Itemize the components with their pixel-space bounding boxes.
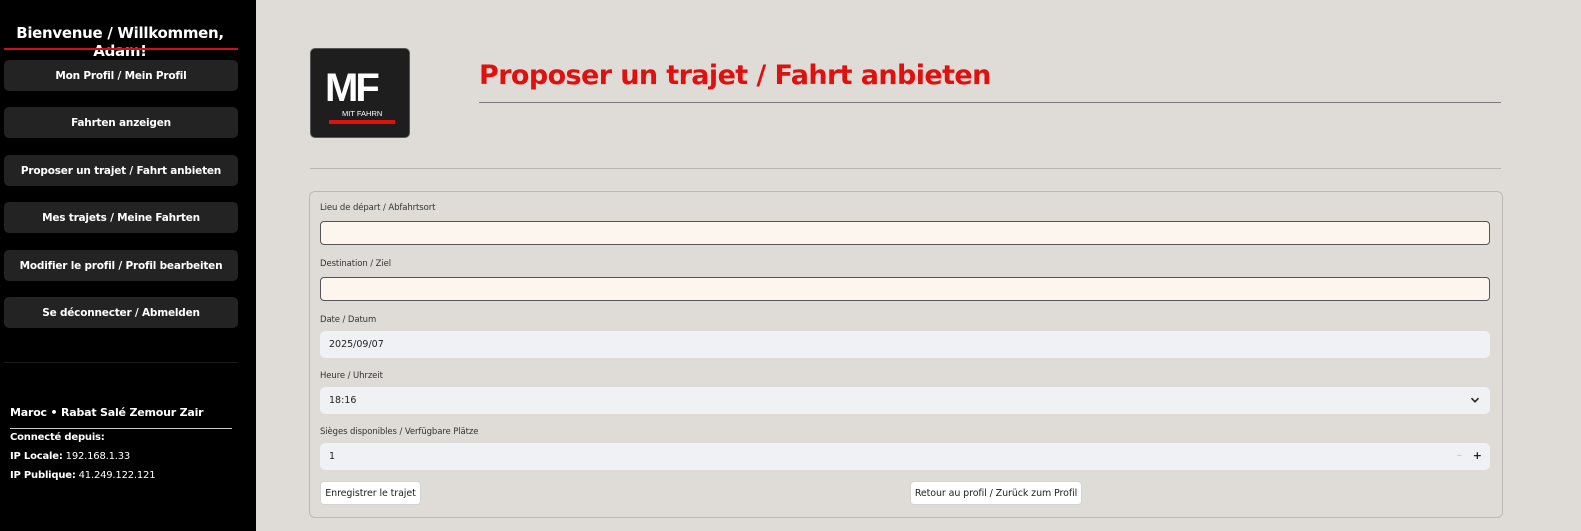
ip-public-value: 41.249.122.121	[78, 470, 156, 481]
ip-public: IP Publique: 41.249.122.121	[10, 470, 156, 481]
minus-icon[interactable]: –	[1457, 450, 1462, 461]
main-divider	[310, 168, 1501, 169]
connected-since-label: Connecté depuis:	[10, 432, 105, 443]
page-title: Proposer un trajet / Fahrt anbieten	[479, 60, 991, 91]
ip-public-label: IP Publique:	[10, 470, 76, 481]
logo-letters: MF	[325, 66, 378, 110]
date-label: Date / Datum	[320, 315, 377, 325]
departure-input[interactable]	[320, 221, 1490, 245]
sidebar-divider	[4, 362, 238, 363]
welcome-heading: Bienvenue / Willkommen, Adam!	[16, 24, 224, 60]
plus-icon[interactable]: +	[1473, 449, 1482, 462]
ip-local: IP Locale: 192.168.1.33	[10, 451, 130, 462]
time-label: Heure / Uhrzeit	[320, 371, 383, 381]
chevron-down-icon[interactable]	[1470, 395, 1480, 408]
location-text: Maroc • Rabat Salé Zemour Zair	[10, 406, 204, 419]
ip-local-label: IP Locale:	[10, 451, 63, 462]
location-underline	[10, 428, 232, 429]
seats-label: Sièges disponibles / Verfügbare Plätze	[320, 427, 479, 437]
date-input[interactable]: 2025/09/07	[320, 331, 1490, 358]
destination-input[interactable]	[320, 277, 1490, 301]
save-ride-button[interactable]: Enregistrer le trajet	[320, 481, 421, 505]
sidebar: Bienvenue / Willkommen, Adam! Mon Profil…	[0, 0, 256, 531]
app-logo: MF MIT FAHRN	[310, 48, 410, 138]
nav-my-profile-button[interactable]: Mon Profil / Mein Profil	[4, 60, 238, 91]
seats-stepper[interactable]: 1 – +	[320, 443, 1490, 470]
nav-edit-profile-button[interactable]: Modifier le profil / Profil bearbeiten	[4, 250, 238, 281]
ip-local-value: 192.168.1.33	[65, 451, 131, 462]
destination-label: Destination / Ziel	[320, 259, 392, 269]
time-select[interactable]: 18:16	[320, 387, 1490, 414]
nav-logout-button[interactable]: Se déconnecter / Abmelden	[4, 297, 238, 328]
departure-label: Lieu de départ / Abfahrtsort	[320, 203, 436, 213]
welcome-underline	[4, 48, 238, 50]
title-underline	[479, 102, 1501, 103]
logo-red-bar	[329, 120, 395, 124]
nav-offer-ride-button[interactable]: Proposer un trajet / Fahrt anbieten	[4, 155, 238, 186]
time-value: 18:16	[329, 395, 357, 406]
logo-graphic: MF MIT FAHRN	[325, 66, 395, 124]
seats-value: 1	[329, 451, 336, 462]
connected-since: Connecté depuis:	[10, 432, 105, 443]
nav-show-rides-button[interactable]: Fahrten anzeigen	[4, 107, 238, 138]
back-to-profile-button[interactable]: Retour au profil / Zurück zum Profil	[910, 481, 1082, 505]
logo-caption: MIT FAHRN	[342, 109, 382, 118]
date-value: 2025/09/07	[329, 339, 384, 350]
nav-my-rides-button[interactable]: Mes trajets / Meine Fahrten	[4, 202, 238, 233]
